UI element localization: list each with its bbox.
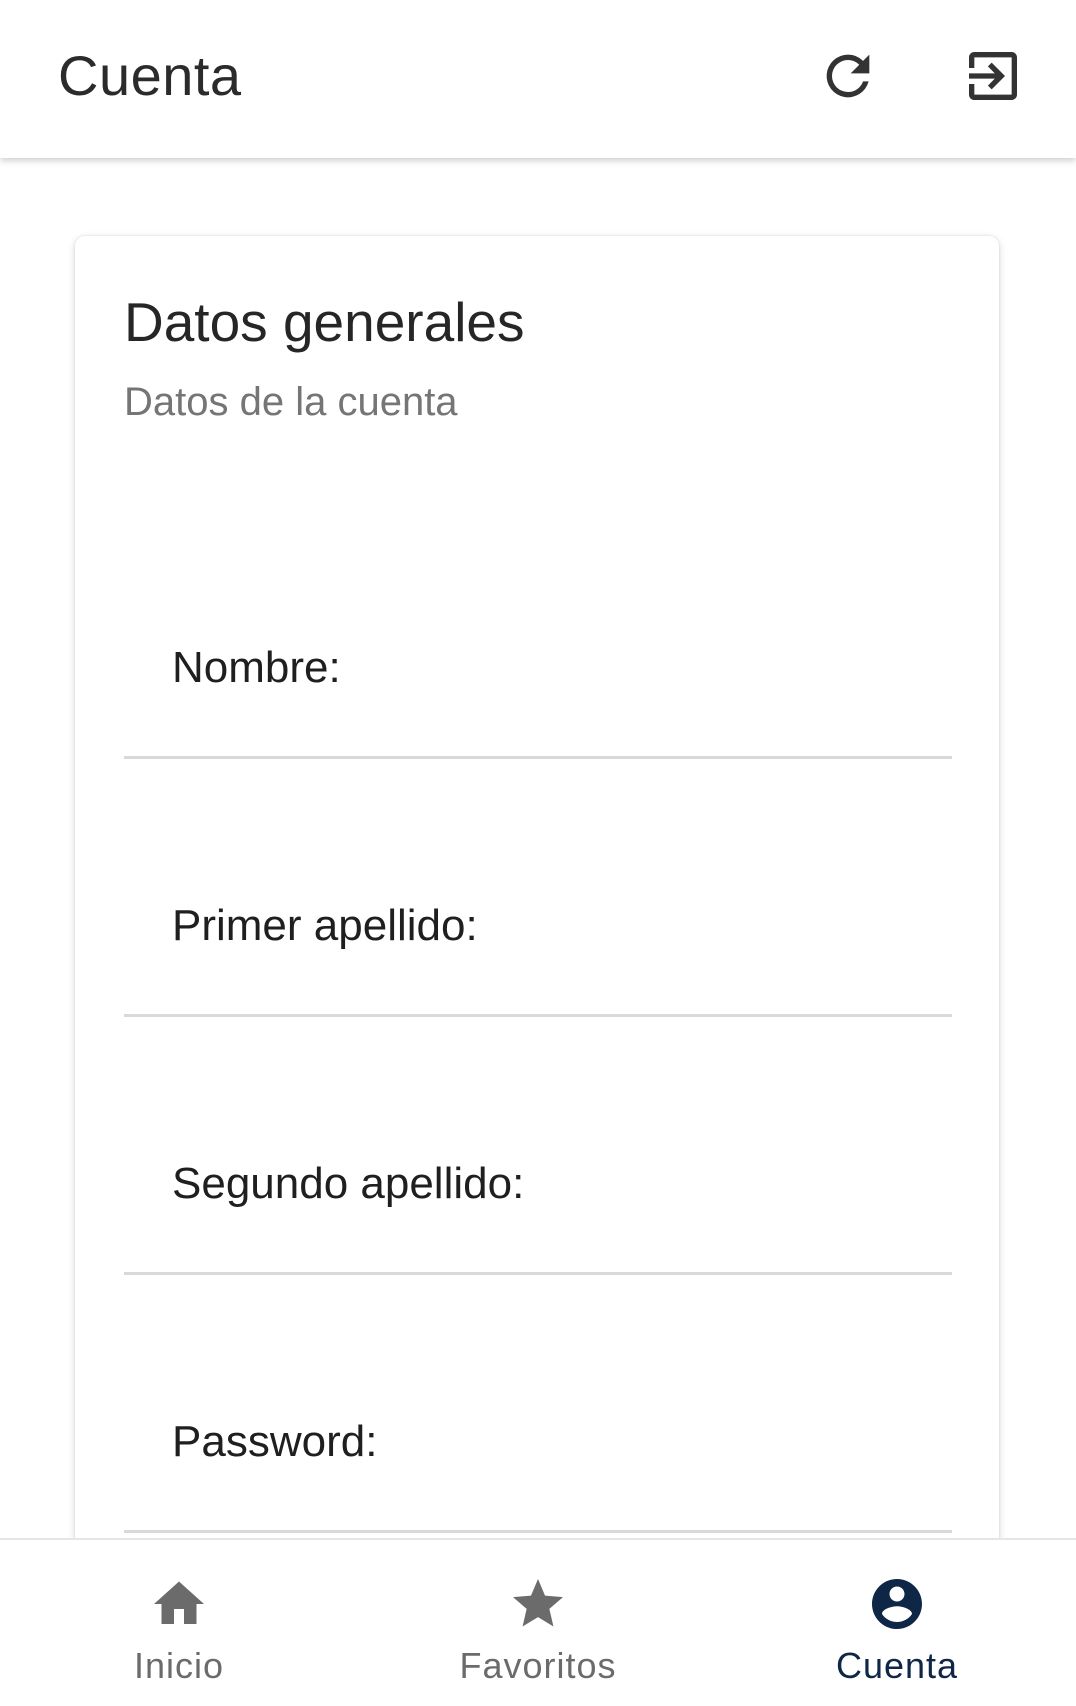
account-data-card: Datos generales Datos de la cuenta Nombr…	[75, 236, 999, 1706]
page-title: Cuenta	[58, 44, 242, 107]
card-subtitle: Datos de la cuenta	[124, 380, 458, 424]
nav-item-cuenta[interactable]: Cuenta	[718, 1540, 1076, 1706]
logout-icon	[969, 52, 1017, 100]
home-icon	[154, 1581, 204, 1624]
password-label: Password:	[172, 1417, 378, 1466]
nav-label-inicio: Inicio	[133, 1645, 225, 1686]
first-surname-field[interactable]: Primer apellido:	[124, 864, 952, 1017]
first-surname-label: Primer apellido:	[172, 901, 478, 950]
bottom-navigation: Inicio Favoritos Cuenta	[0, 1538, 1076, 1706]
nav-item-favoritos[interactable]: Favoritos	[359, 1540, 717, 1706]
first-name-label: Nombre:	[172, 643, 341, 692]
account-screen: Cuenta Datos generales Datos de la cuent…	[0, 0, 1076, 1706]
refresh-button[interactable]	[810, 38, 886, 114]
card-title: Datos generales	[124, 291, 525, 353]
refresh-icon	[826, 54, 870, 98]
first-name-field[interactable]: Nombre:	[124, 606, 952, 759]
app-bar: Cuenta	[0, 0, 1076, 158]
star-icon	[513, 1579, 563, 1627]
nav-item-inicio[interactable]: Inicio	[0, 1540, 358, 1706]
nav-label-cuenta: Cuenta	[835, 1645, 959, 1686]
second-surname-label: Segundo apellido:	[172, 1159, 525, 1208]
second-surname-field[interactable]: Segundo apellido:	[124, 1122, 952, 1275]
nav-label-favoritos: Favoritos	[459, 1645, 617, 1686]
account-circle-icon	[872, 1579, 922, 1629]
logout-button[interactable]	[955, 38, 1031, 114]
password-field[interactable]: Password:	[124, 1380, 952, 1533]
